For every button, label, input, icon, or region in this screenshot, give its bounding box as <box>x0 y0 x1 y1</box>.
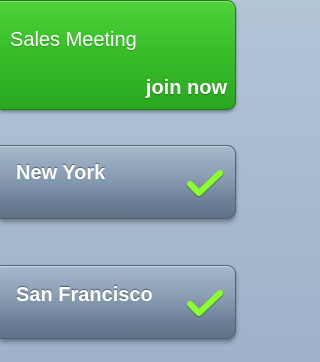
checkmark-icon <box>186 290 224 318</box>
checkmark-icon <box>186 170 224 198</box>
location-label: San Francisco <box>16 284 153 306</box>
location-item-new-york[interactable]: New York <box>0 145 236 219</box>
join-now-link[interactable]: join now <box>146 77 227 100</box>
sales-meeting-card[interactable]: Sales Meeting join now <box>0 0 236 110</box>
location-label: New York <box>16 162 106 184</box>
location-item-san-francisco[interactable]: San Francisco <box>0 265 236 339</box>
meeting-title: Sales Meeting <box>10 29 137 51</box>
